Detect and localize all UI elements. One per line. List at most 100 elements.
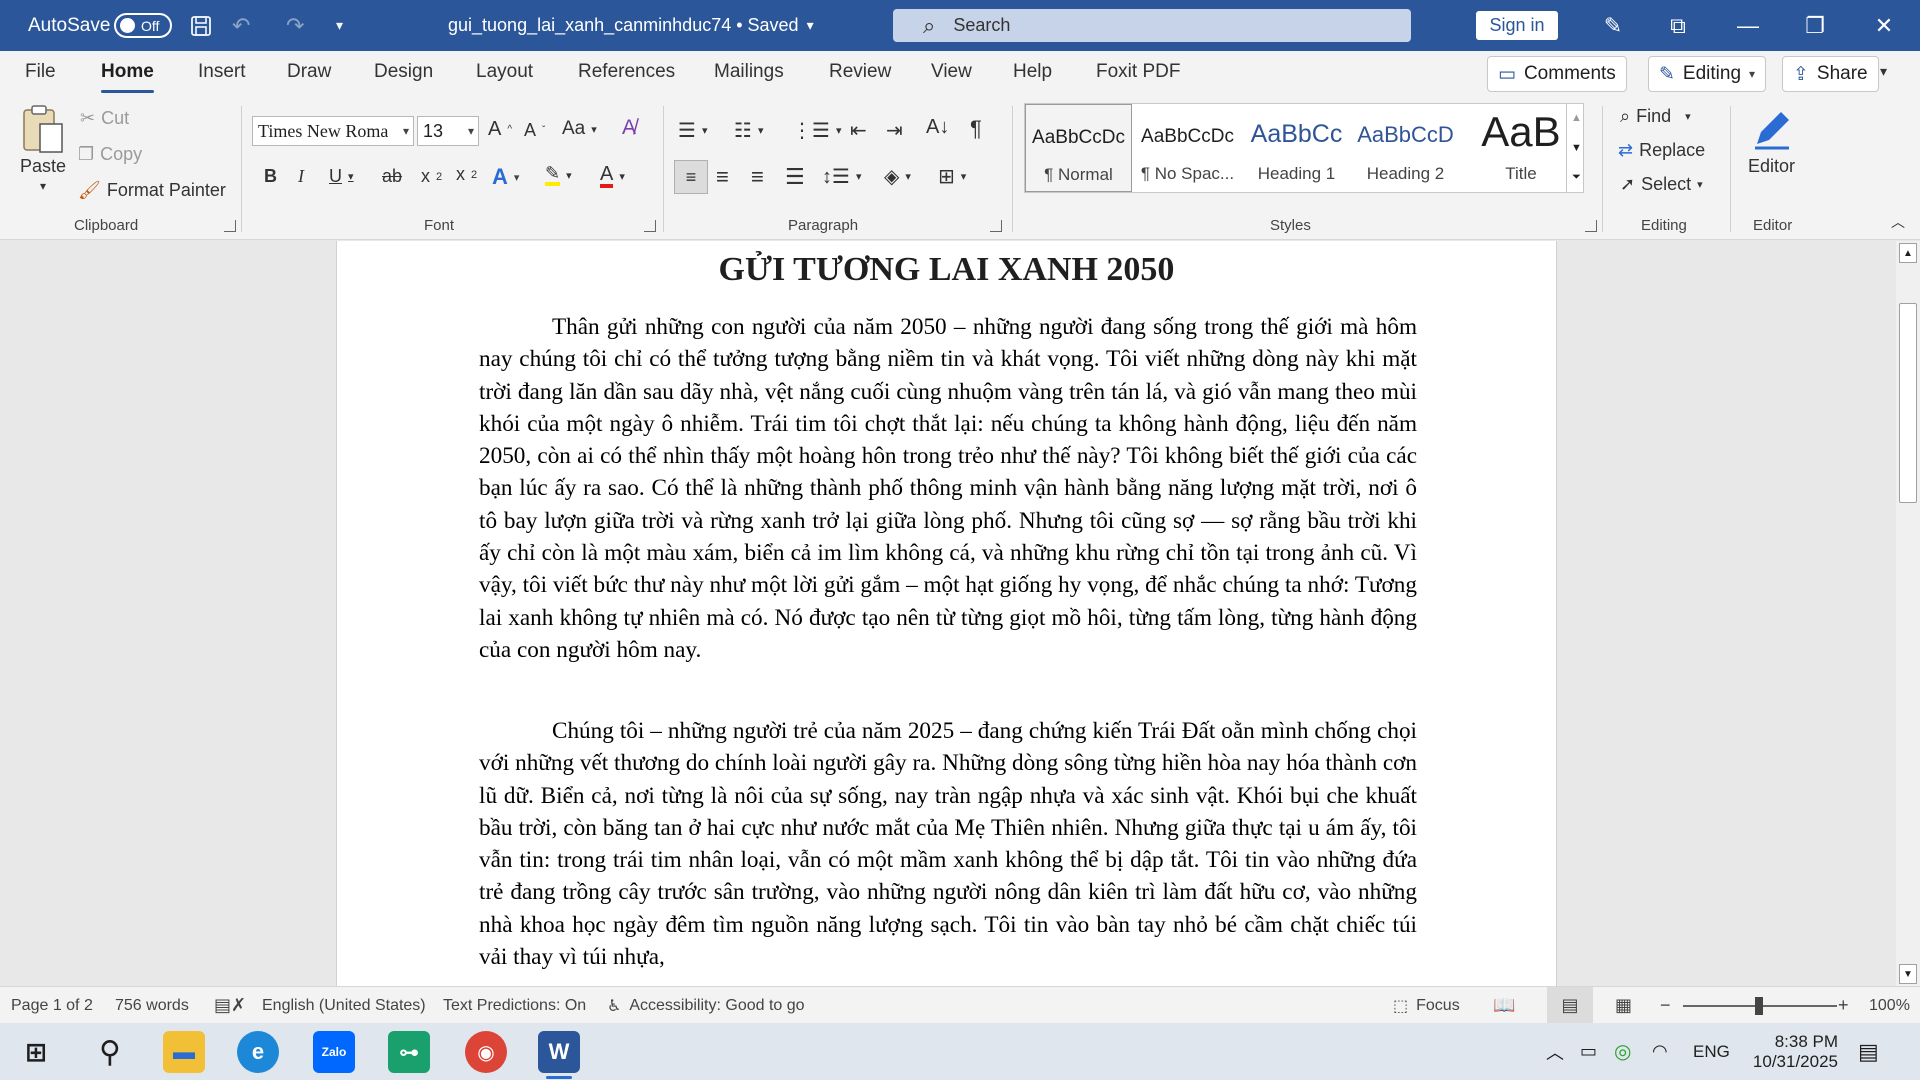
- tab-foxit-pdf[interactable]: Foxit PDF: [1096, 61, 1180, 83]
- tab-draw[interactable]: Draw: [287, 61, 331, 83]
- tab-mailings[interactable]: Mailings: [714, 61, 784, 83]
- select-button[interactable]: ➚ Select ▾: [1620, 174, 1703, 195]
- document-page[interactable]: GỬI TƯƠNG LAI XANH 2050 Thân gửi những c…: [336, 241, 1557, 986]
- designer-wand-icon[interactable]: ✎: [1585, 0, 1641, 51]
- styles-launcher-icon[interactable]: [1585, 220, 1597, 232]
- change-case-icon[interactable]: Aa ▾: [562, 118, 597, 140]
- editing-mode-button[interactable]: ✎ Editing ▾: [1648, 56, 1767, 92]
- language-status[interactable]: English (United States): [262, 987, 426, 1024]
- minimize-icon[interactable]: —: [1720, 0, 1776, 51]
- find-button[interactable]: ⌕ Find ▾: [1620, 106, 1691, 127]
- align-left-icon[interactable]: ≡: [674, 160, 708, 194]
- zoom-level[interactable]: 100%: [1869, 987, 1910, 1024]
- tab-file[interactable]: File: [25, 61, 56, 83]
- tab-layout[interactable]: Layout: [476, 61, 533, 83]
- superscript-icon[interactable]: x2: [456, 164, 477, 185]
- style-normal[interactable]: AaBbCcDc ¶ Normal: [1025, 104, 1132, 192]
- align-right-icon[interactable]: ≡: [751, 164, 764, 190]
- scroll-down-icon[interactable]: ▼: [1899, 964, 1917, 984]
- customize-qat-icon[interactable]: ▾: [336, 0, 343, 51]
- strikethrough-icon[interactable]: ab: [382, 166, 402, 187]
- increase-indent-icon[interactable]: ⇥: [886, 118, 903, 143]
- chevron-up-icon[interactable]: ▲: [1567, 103, 1586, 133]
- zoom-slider-thumb[interactable]: [1755, 997, 1763, 1015]
- chevron-up-icon[interactable]: ︿: [1546, 1023, 1564, 1080]
- zoom-in-icon[interactable]: +: [1838, 987, 1849, 1024]
- justify-icon[interactable]: ☰: [785, 164, 805, 190]
- replace-button[interactable]: ⇄ Replace: [1618, 140, 1705, 161]
- style-heading-2[interactable]: AaBbCcD Heading 2: [1352, 104, 1459, 192]
- autosave-toggle[interactable]: Off: [114, 13, 172, 38]
- font-launcher-icon[interactable]: [644, 220, 656, 232]
- bold-icon[interactable]: B: [264, 166, 277, 187]
- zalo-icon[interactable]: Zalo: [313, 1031, 355, 1073]
- text-effects-icon[interactable]: A ▾: [492, 164, 519, 190]
- battery-icon[interactable]: ▭: [1580, 1023, 1597, 1080]
- clear-formatting-icon[interactable]: A̸: [622, 116, 636, 140]
- show-formatting-marks-icon[interactable]: ¶: [970, 116, 982, 142]
- tab-design[interactable]: Design: [374, 61, 433, 83]
- font-color-icon[interactable]: A ▾: [600, 164, 625, 188]
- file-explorer-icon[interactable]: ▬: [163, 1031, 205, 1073]
- sort-icon[interactable]: A↓: [926, 116, 949, 139]
- cut-button[interactable]: ✂ Cut: [80, 108, 129, 129]
- text-predictions-status[interactable]: Text Predictions: On: [443, 987, 586, 1024]
- restore-icon[interactable]: ❐: [1787, 0, 1843, 51]
- copy-button[interactable]: ❐ Copy: [78, 144, 142, 165]
- zoom-out-icon[interactable]: −: [1660, 987, 1671, 1024]
- underline-icon[interactable]: U ▾: [329, 166, 354, 187]
- paste-button[interactable]: Paste ▾: [20, 104, 66, 193]
- word-app-icon[interactable]: W: [538, 1031, 580, 1079]
- font-size-dropdown[interactable]: 13 ▾: [417, 116, 479, 146]
- share-button[interactable]: ⇪ Share: [1782, 56, 1879, 92]
- sign-in-button[interactable]: Sign in: [1476, 11, 1558, 40]
- tab-help[interactable]: Help: [1013, 61, 1052, 83]
- comments-button[interactable]: ▭ Comments: [1487, 56, 1627, 92]
- remote-desktop-icon[interactable]: ⊶: [388, 1031, 430, 1073]
- read-mode-icon[interactable]: 📖: [1493, 987, 1515, 1024]
- italic-icon[interactable]: I: [298, 166, 304, 187]
- shading-icon[interactable]: ◈ ▾: [884, 164, 911, 189]
- grow-font-icon[interactable]: A ^: [488, 118, 512, 141]
- chrome-icon[interactable]: ◉: [465, 1031, 507, 1073]
- web-layout-icon[interactable]: ▦: [1615, 987, 1632, 1024]
- format-painter-button[interactable]: 🖌 Format Painter: [78, 180, 226, 201]
- print-layout-icon[interactable]: ▤: [1547, 987, 1593, 1024]
- undo-icon[interactable]: ↶: [232, 0, 250, 51]
- redo-icon[interactable]: ↷: [286, 0, 304, 51]
- align-center-icon[interactable]: ≡: [716, 164, 729, 190]
- line-spacing-icon[interactable]: ↕☰ ▾: [822, 164, 861, 189]
- clock[interactable]: 8:38 PM 10/31/2025: [1742, 1023, 1838, 1080]
- tab-review[interactable]: Review: [829, 61, 891, 83]
- focus-button[interactable]: ⬚ Focus: [1393, 987, 1460, 1024]
- save-icon[interactable]: [189, 0, 213, 51]
- chevron-down-icon[interactable]: ▼: [1567, 133, 1586, 163]
- subscript-icon[interactable]: x2: [421, 166, 442, 187]
- page-count[interactable]: Page 1 of 2: [11, 987, 93, 1024]
- tab-home[interactable]: Home: [101, 61, 154, 93]
- edge-browser-icon[interactable]: e: [237, 1031, 279, 1073]
- tab-references[interactable]: References: [578, 61, 675, 83]
- font-family-dropdown[interactable]: Times New Roma ▾: [252, 116, 414, 146]
- vertical-scrollbar[interactable]: ▲ ▼: [1896, 241, 1920, 986]
- security-shield-icon[interactable]: ◎: [1614, 1023, 1631, 1080]
- wifi-icon[interactable]: ◠: [1652, 1023, 1668, 1080]
- styles-gallery-scroll[interactable]: ▲ ▼ ⏷: [1566, 103, 1586, 193]
- paragraph-2[interactable]: Chúng tôi – những người trẻ của năm 2025…: [479, 715, 1417, 973]
- style-title[interactable]: AaB Title: [1461, 104, 1581, 192]
- more-styles-icon[interactable]: ⏷: [1567, 163, 1586, 191]
- ribbon-options-chevron-icon[interactable]: ▾: [1880, 63, 1887, 80]
- search-box[interactable]: ⌕ Search: [893, 9, 1411, 42]
- clipboard-launcher-icon[interactable]: [224, 220, 236, 232]
- zoom-slider[interactable]: [1683, 997, 1837, 1015]
- numbering-icon[interactable]: ☷ ▾: [734, 118, 763, 143]
- borders-icon[interactable]: ⊞ ▾: [938, 164, 966, 189]
- paragraph-1[interactable]: Thân gửi những con người của năm 2050 – …: [479, 311, 1417, 666]
- tab-insert[interactable]: Insert: [198, 61, 246, 83]
- scroll-up-icon[interactable]: ▲: [1899, 243, 1917, 263]
- input-language[interactable]: ENG: [1693, 1023, 1730, 1080]
- style-no-spacing[interactable]: AaBbCcDc ¶ No Spac...: [1134, 104, 1241, 192]
- close-icon[interactable]: ✕: [1856, 0, 1912, 51]
- document-title[interactable]: gui_tuong_lai_xanh_canminhduc74 • Saved …: [448, 0, 814, 51]
- highlight-color-icon[interactable]: ✎ ▾: [545, 164, 572, 186]
